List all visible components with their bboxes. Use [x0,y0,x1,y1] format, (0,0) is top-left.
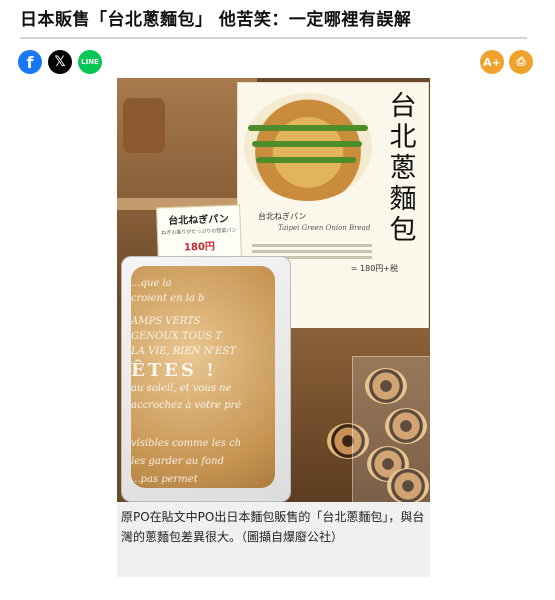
bag-print-line: ÊTES ! [131,360,218,381]
article-figure: 台北蔥麵包 台北ねぎパン Taipei Green Onion Bread = … [117,78,430,577]
poster-price: = 180円+税 [350,264,398,273]
headline-divider [20,37,527,39]
article-headline: 日本販售「台北蔥麵包」 他苦笑：一定哪裡有誤解 [20,10,412,30]
onion-topping [252,141,362,147]
bag-print-line: AMPS VERTS [131,316,201,327]
line-share-icon[interactable]: LINE [78,50,102,74]
price-card: 台北ねぎパン ねぎの香りがたっぷりの惣菜パン 180円 [156,204,242,262]
bag-print-line: visibles comme les ch [131,438,242,449]
share-bar: f 𝕏 LINE [18,50,102,74]
photo-caption: 原PO在貼文中PO出日本麵包販售的「台北蔥麵包」，與台灣的蔥麵包差異很大。（圖擷… [121,510,425,544]
price-card-price: 180円 [183,241,216,254]
font-size-icon[interactable]: A+ [480,50,504,74]
article-tools: A+ ⎙ [480,50,533,74]
x-share-icon[interactable]: 𝕏 [48,50,72,74]
price-card-note: ねぎの香りがたっぷりの惣菜パン [161,227,237,237]
bread-photo: 台北蔥麵包 台北ねぎパン Taipei Green Onion Bread = … [117,78,430,502]
bag-print-line: croient en la b [131,293,205,304]
bag-print-line: GENOUX TOUS T [131,331,222,342]
pastry-bag [352,356,430,502]
bag-print-line: au soleil, et vous ne [131,383,232,394]
facebook-share-icon[interactable]: f [18,50,42,74]
onion-topping [256,157,356,163]
bag-print-line: ...que la [131,278,172,289]
poster-subtitle: 台北ねぎパン [258,212,307,221]
poster-bread-image [244,93,372,201]
poster-title: 台北蔥麵包 [389,91,417,246]
bag-print-line: ...pas permet [131,474,198,485]
onion-topping [248,125,368,131]
poster-english-title: Taipei Green Onion Bread [278,224,371,232]
price-card-title: 台北ねぎパン [168,213,229,228]
bag-print-line: LA VIE, RIEN N'EST [131,346,236,357]
print-icon[interactable]: ⎙ [509,50,533,74]
bag-print-line: accrochez à votre pré [131,400,242,411]
bag-print-line: les garder au fond [131,456,224,467]
shelf-bread [123,98,165,153]
